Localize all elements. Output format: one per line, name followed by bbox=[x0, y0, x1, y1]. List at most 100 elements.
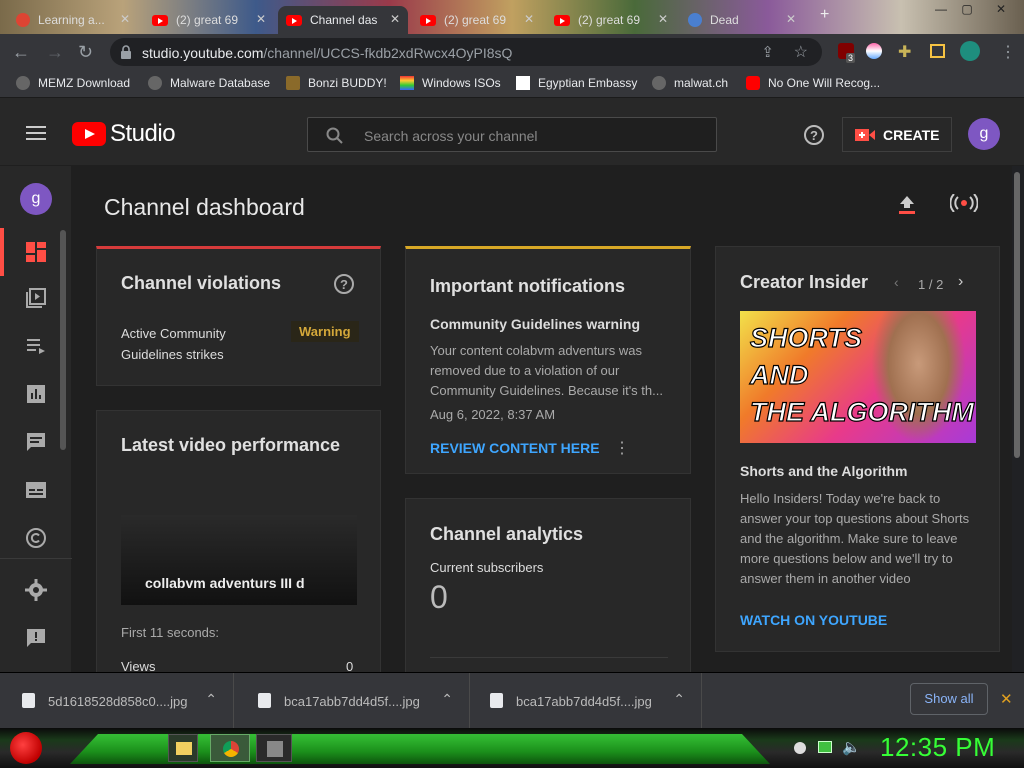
browser-toolbar: ← → ↻ studio.youtube.com/channel/UCCS-fk… bbox=[0, 34, 1024, 70]
watch-on-youtube-link[interactable]: WATCH ON YOUTUBE bbox=[740, 612, 887, 628]
bookmark-item[interactable]: MEMZ Download bbox=[16, 76, 130, 90]
dashboard-icon[interactable] bbox=[24, 240, 48, 264]
analytics-icon[interactable] bbox=[24, 382, 48, 406]
browser-tab[interactable]: Learning a... ✕ bbox=[8, 6, 138, 34]
browser-tab[interactable]: Dead ✕ bbox=[680, 6, 804, 34]
forward-arrow-icon[interactable]: → bbox=[46, 42, 64, 63]
copyright-icon[interactable] bbox=[24, 526, 48, 550]
volume-icon[interactable]: 🔈 bbox=[842, 738, 861, 756]
chevron-left-icon[interactable]: ‹ bbox=[894, 274, 899, 290]
bookmark-item[interactable]: Windows ISOs bbox=[400, 76, 501, 90]
bookmark-item[interactable]: malwat.ch bbox=[652, 76, 728, 90]
latest-video-card: Latest video performance collabvm advent… bbox=[96, 410, 381, 680]
main-scrollbar[interactable] bbox=[1014, 172, 1020, 458]
taskbar-app-button[interactable] bbox=[256, 734, 292, 762]
close-tab-icon[interactable]: ✕ bbox=[524, 12, 534, 26]
search-placeholder: Search across your channel bbox=[364, 128, 538, 144]
tray-icon[interactable] bbox=[794, 742, 806, 754]
bookmark-item[interactable]: Malware Database bbox=[148, 76, 270, 90]
review-content-link[interactable]: REVIEW CONTENT HERE bbox=[430, 440, 600, 456]
card-title: Channel violations bbox=[121, 273, 282, 293]
content-icon[interactable] bbox=[24, 286, 48, 310]
subscribers-label: Current subscribers bbox=[430, 560, 544, 575]
download-item[interactable]: bca17abb7dd4d5f....jpg ⌃ bbox=[236, 673, 470, 729]
globe-icon bbox=[688, 13, 702, 27]
chevron-up-icon[interactable]: ⌃ bbox=[205, 691, 217, 708]
reload-icon[interactable]: ↻ bbox=[78, 42, 93, 63]
browser-tab-active[interactable]: Channel das ✕ bbox=[278, 6, 408, 34]
create-label: CREATE bbox=[883, 126, 940, 143]
upload-icon[interactable] bbox=[898, 194, 916, 214]
youtube-logo-icon[interactable] bbox=[72, 122, 106, 146]
puzzle-extensions-icon[interactable]: ✚ bbox=[898, 42, 911, 62]
chevron-up-icon[interactable]: ⌃ bbox=[441, 691, 453, 708]
bookmark-item[interactable]: Egyptian Embassy bbox=[516, 76, 637, 90]
browser-menu-icon[interactable]: ⋮ bbox=[1000, 42, 1016, 62]
address-bar[interactable]: studio.youtube.com/channel/UCCS-fkdb2xdR… bbox=[110, 38, 822, 66]
close-tab-icon[interactable]: ✕ bbox=[256, 12, 266, 26]
video-thumbnail[interactable]: collabvm adventurs III d bbox=[121, 515, 357, 605]
new-tab-icon[interactable]: + bbox=[820, 6, 829, 24]
show-all-button[interactable]: Show all bbox=[910, 683, 988, 715]
bookmark-item[interactable]: Bonzi BUDDY! bbox=[286, 76, 387, 90]
help-icon[interactable]: ? bbox=[334, 274, 354, 294]
profile-avatar-icon[interactable] bbox=[960, 41, 980, 61]
folder-icon bbox=[176, 742, 192, 755]
notification-body: Your content colabvm adventurs was remov… bbox=[430, 343, 663, 398]
minimize-window-icon[interactable]: — bbox=[928, 0, 954, 18]
more-options-icon[interactable]: ⋮ bbox=[614, 438, 630, 458]
taskbar-chrome-button[interactable] bbox=[210, 734, 250, 762]
chevron-right-icon[interactable]: › bbox=[958, 273, 963, 291]
maximize-window-icon[interactable]: ▢ bbox=[954, 0, 980, 18]
browser-tab[interactable]: (2) great 69 ✕ bbox=[546, 6, 676, 34]
channel-search-input[interactable]: Search across your channel bbox=[307, 117, 717, 152]
close-shelf-icon[interactable]: ✕ bbox=[1000, 690, 1013, 708]
download-filename: bca17abb7dd4d5f....jpg bbox=[284, 694, 420, 709]
download-item[interactable]: bca17abb7dd4d5f....jpg ⌃ bbox=[468, 673, 702, 729]
taskbar-explorer-button[interactable] bbox=[168, 734, 198, 762]
close-tab-icon[interactable]: ✕ bbox=[120, 12, 130, 26]
settings-gear-icon[interactable] bbox=[24, 578, 48, 602]
account-avatar[interactable]: g bbox=[968, 118, 1000, 150]
tab-title: (2) great 69 bbox=[176, 13, 239, 27]
comments-icon[interactable] bbox=[24, 430, 48, 454]
important-notifications-card: Important notifications Community Guidel… bbox=[405, 246, 691, 474]
tab-title: (2) great 69 bbox=[578, 13, 641, 27]
globe-icon bbox=[16, 76, 30, 90]
chevron-up-icon[interactable]: ⌃ bbox=[673, 691, 685, 708]
card-title: Latest video performance bbox=[121, 435, 341, 455]
taskbar-clock[interactable]: 12:35 PM bbox=[880, 732, 995, 763]
bonzi-icon bbox=[286, 76, 300, 90]
globe-icon bbox=[652, 76, 666, 90]
video-title: collabvm adventurs III d bbox=[145, 575, 305, 591]
wix-icon bbox=[516, 76, 530, 90]
start-button-angry-bird-icon[interactable] bbox=[10, 732, 42, 764]
bookmarks-bar: MEMZ Download Malware Database Bonzi BUD… bbox=[0, 70, 1024, 98]
close-tab-icon[interactable]: ✕ bbox=[786, 12, 796, 26]
channel-avatar[interactable]: g bbox=[20, 183, 52, 215]
subtitles-icon[interactable] bbox=[24, 478, 48, 502]
playlists-icon[interactable] bbox=[24, 334, 48, 358]
share-icon[interactable]: ⇪ bbox=[761, 43, 774, 61]
sidebar-scrollbar[interactable] bbox=[60, 230, 66, 450]
close-tab-icon[interactable]: ✕ bbox=[390, 12, 400, 26]
extension-icon[interactable] bbox=[866, 43, 882, 59]
help-icon[interactable]: ? bbox=[804, 125, 824, 145]
feedback-icon[interactable] bbox=[24, 626, 48, 650]
back-arrow-icon[interactable]: ← bbox=[12, 42, 30, 63]
create-button[interactable]: CREATE bbox=[842, 117, 952, 152]
bookmark-label: Windows ISOs bbox=[422, 76, 501, 90]
side-panel-icon[interactable] bbox=[930, 44, 945, 58]
download-item[interactable]: 5d1618528d858c0....jpg ⌃ bbox=[0, 673, 234, 729]
close-window-icon[interactable]: ✕ bbox=[986, 0, 1016, 18]
hamburger-menu-icon[interactable] bbox=[26, 126, 46, 140]
browser-tab[interactable]: (2) great 69 ✕ bbox=[412, 6, 542, 34]
network-icon[interactable] bbox=[818, 741, 832, 753]
bookmark-item[interactable]: No One Will Recog... bbox=[746, 76, 880, 90]
bookmark-star-icon[interactable]: ☆ bbox=[794, 42, 808, 62]
video-thumbnail[interactable]: SHORTS AND THE ALGORITHM bbox=[740, 311, 976, 443]
go-live-icon[interactable] bbox=[950, 194, 978, 212]
thumbnail-text: AND bbox=[749, 359, 809, 390]
browser-tab[interactable]: (2) great 69 ✕ bbox=[144, 6, 274, 34]
close-tab-icon[interactable]: ✕ bbox=[658, 12, 668, 26]
